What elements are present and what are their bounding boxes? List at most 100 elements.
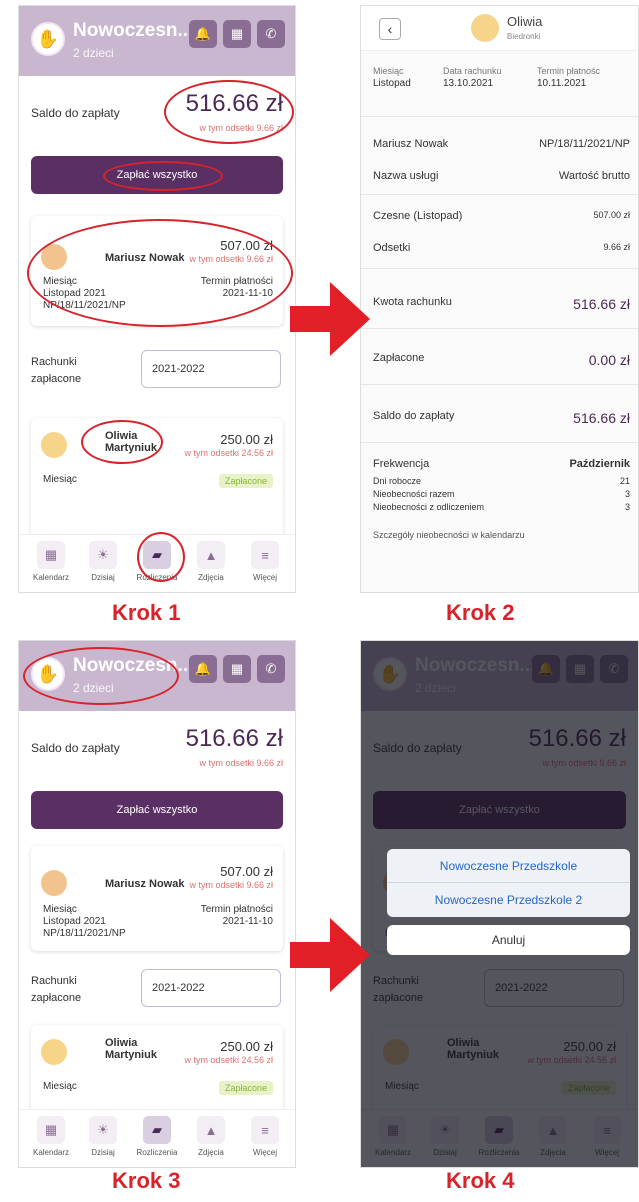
nav-billing[interactable]: ▰ Rozliczenia (131, 1116, 183, 1157)
school-logo-icon[interactable]: ✋ (31, 657, 65, 691)
total-value: 516.66 zł (573, 296, 630, 312)
absences-deducted-label: Nieobecności z odliczeniem (373, 502, 485, 512)
workdays-row: Dni robocze 21 (373, 476, 634, 486)
col-month-value: Listopad (373, 78, 411, 89)
children-count: 2 dzieci (73, 46, 114, 60)
school-picker-sheet: Nowoczesne Przedszkole Nowoczesne Przeds… (387, 849, 630, 917)
detail-header: ‹ Oliwia Biedronki (361, 6, 638, 51)
nav-today[interactable]: ☀ Dzisiaj (77, 541, 129, 582)
menu-icon: ≡ (251, 541, 279, 569)
absence-details-link[interactable]: Szczegóły nieobecności w kalendarzu (373, 530, 634, 540)
paid-row: Zapłacone 0.00 zł (373, 352, 634, 368)
school-name[interactable]: Nowoczesn... (73, 655, 193, 677)
phone-icon[interactable]: ✆ (257, 655, 285, 683)
month-label: Miesiąc (43, 474, 77, 485)
calendar-icon: ▦ (37, 1116, 65, 1144)
month-label: Miesiąc (43, 276, 77, 287)
school-name[interactable]: Nowoczesn... (73, 20, 193, 42)
bill-interest: w tym odsetki 24.56 zł (184, 1055, 273, 1065)
screen-step-3: ✋ Nowoczesn... 2 dzieci 🔔 ▦ ✆ Saldo do z… (18, 640, 296, 1168)
divider (361, 268, 638, 269)
bill-amount: 507.00 zł (220, 238, 273, 253)
due-label: Termin płatności (200, 904, 273, 915)
month-value: Listopad 2021 (43, 288, 106, 299)
bill-card-oliwia[interactable]: Oliwia Martyniuk 250.00 zł w tym odsetki… (31, 1025, 283, 1113)
paid-bills-label: Rachunki zapłacone (31, 975, 82, 1004)
nav-photos[interactable]: ▲ Zdjęcia (185, 541, 237, 582)
sun-icon: ☀ (89, 1116, 117, 1144)
bill-card-mariusz[interactable]: Mariusz Nowak 507.00 zł w tym odsetki 9.… (31, 846, 283, 951)
service-header-row: Nazwa usługi Wartość brutto (373, 170, 634, 182)
payer-name: Mariusz Nowak (373, 138, 449, 150)
avatar (41, 244, 67, 270)
children-count: 2 dzieci (73, 681, 114, 695)
balance-label: Saldo do zapłaty (373, 410, 455, 422)
back-icon[interactable]: ‹ (379, 18, 401, 40)
nav-photos[interactable]: ▲ Zdjęcia (185, 1116, 237, 1157)
school-option-2[interactable]: Nowoczesne Przedszkole 2 (387, 883, 630, 917)
nav-calendar[interactable]: ▦ Kalendarz (25, 1116, 77, 1157)
arrow-icon (290, 918, 370, 992)
col-date-value: 13.10.2021 (443, 78, 494, 89)
calendar-icon: ▦ (37, 541, 65, 569)
absences-label: Nieobecności razem (373, 489, 455, 499)
nav-calendar[interactable]: ▦ Kalendarz (25, 541, 77, 582)
school-logo-icon[interactable]: ✋ (31, 22, 65, 56)
nav-billing[interactable]: ▰ Rozliczenia (131, 541, 183, 582)
menu-icon: ≡ (251, 1116, 279, 1144)
absences-row: Nieobecności razem 3 (373, 489, 634, 499)
child-name: Oliwia (507, 14, 543, 29)
paid-bills-label: Rachunki zapłacone (31, 356, 82, 385)
qr-icon[interactable]: ▦ (223, 655, 251, 683)
paid-label: Zapłacone (373, 352, 425, 364)
invoice-number: NP/18/11/2021/NP (43, 928, 126, 939)
bill-card-oliwia[interactable]: Oliwia Martyniuk 250.00 zł w tym odsetki… (31, 418, 283, 538)
service-label: Nazwa usługi (373, 170, 439, 182)
year-select[interactable]: 2021-2022 (141, 350, 281, 388)
cancel-button[interactable]: Anuluj (387, 925, 630, 955)
absences-value: 3 (624, 489, 630, 499)
wallet-icon: ▰ (143, 1116, 171, 1144)
balance-amount: 516.66 zł (185, 725, 283, 752)
step-label-4: Krok 4 (446, 1168, 515, 1193)
nav-more[interactable]: ≡ Więcej (239, 1116, 291, 1157)
year-select[interactable]: 2021-2022 (141, 969, 281, 1007)
col-due-label: Termin płatnośc (537, 66, 601, 76)
divider (361, 384, 638, 385)
workdays-value: 21 (619, 476, 630, 486)
divider (361, 328, 638, 329)
arrow-icon (290, 282, 370, 356)
step-label-2: Krok 2 (446, 600, 515, 625)
phone-icon[interactable]: ✆ (257, 20, 285, 48)
balance-value: 516.66 zł (573, 410, 630, 426)
gross-label: Wartość brutto (558, 170, 630, 182)
bottom-nav: ▦Kalendarz ☀Dzisiaj ▰Rozliczenia ▲Zdjęci… (19, 1109, 295, 1167)
nav-today[interactable]: ☀ Dzisiaj (77, 1116, 129, 1157)
balance-amount: 516.66 zł (185, 90, 283, 117)
interest-value: 9.66 zł (603, 242, 630, 252)
attendance-label: Frekwencja (373, 458, 430, 470)
month-label: Miesiąc (43, 1081, 77, 1092)
balance-interest: w tym odsetki 9.66 zł (199, 123, 283, 133)
group-name: Biedronki (507, 32, 541, 41)
bell-icon[interactable]: 🔔 (189, 20, 217, 48)
step-label-1: Krok 1 (112, 600, 181, 625)
invoice-number: NP/18/11/2021/NP (539, 138, 630, 150)
month-value: Listopad 2021 (43, 916, 106, 927)
pay-all-button[interactable]: Zapłać wszystko (31, 156, 283, 194)
bill-interest: w tym odsetki 24.56 zł (184, 448, 273, 458)
pay-all-button[interactable]: Zapłać wszystko (31, 791, 283, 829)
avatar (41, 870, 67, 896)
child-name: Oliwia Martyniuk (105, 1037, 157, 1061)
app-header: ✋ Nowoczesn... 2 dzieci 🔔 ▦ ✆ (19, 641, 295, 711)
avatar (471, 14, 499, 42)
qr-icon[interactable]: ▦ (223, 20, 251, 48)
avatar (41, 1039, 67, 1065)
screen-step-1: ✋ Nowoczesn... 2 dzieci 🔔 ▦ ✆ Saldo do z… (18, 5, 296, 593)
nav-more[interactable]: ≡ Więcej (239, 541, 291, 582)
school-option-1[interactable]: Nowoczesne Przedszkole (387, 849, 630, 883)
bill-card-mariusz[interactable]: Mariusz Nowak 507.00 zł w tym odsetki 9.… (31, 216, 283, 326)
balance-label: Saldo do zapłaty (31, 741, 120, 755)
bell-icon[interactable]: 🔔 (189, 655, 217, 683)
balance-section: Saldo do zapłaty 516.66 zł w tym odsetki… (19, 84, 295, 144)
